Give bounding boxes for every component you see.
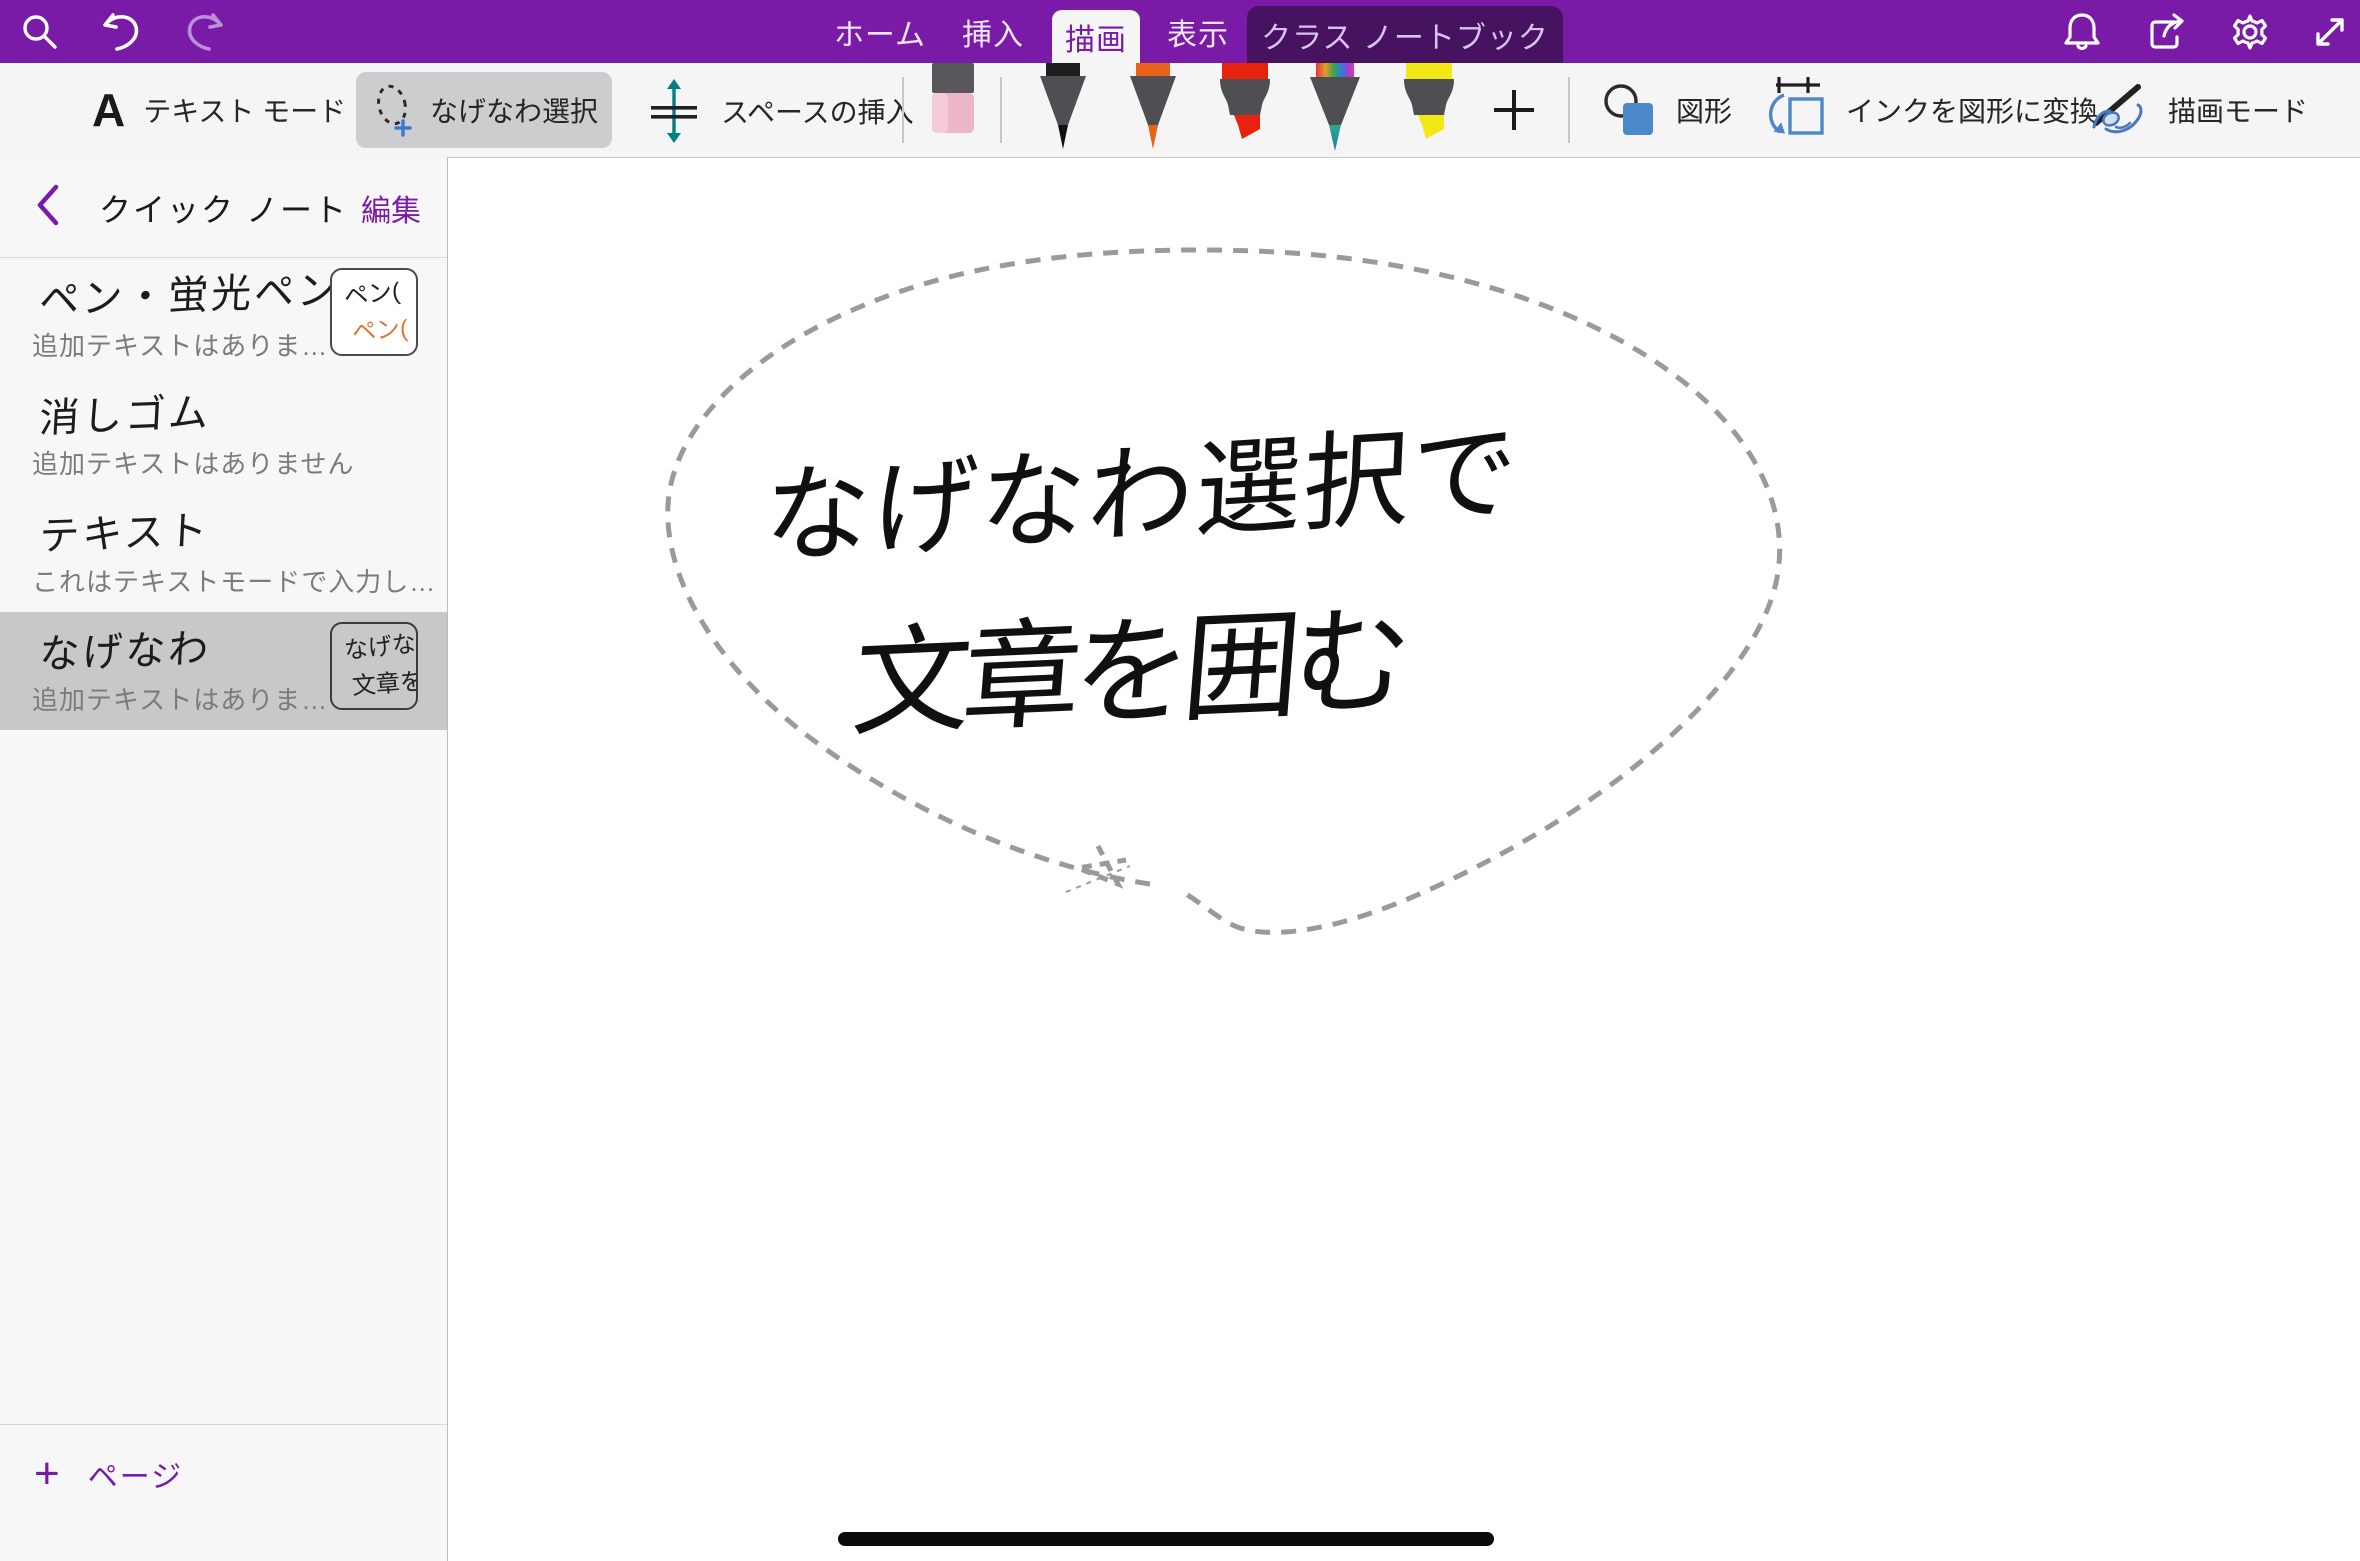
page-thumbnail: なげなわ 文章を: [330, 622, 418, 710]
ribbon-divider-2: [1000, 77, 1002, 143]
tab-home-label: ホーム: [834, 10, 926, 54]
text-mode-icon: A: [92, 87, 125, 133]
page-list-item-eraser[interactable]: 消しゴム 追加テキストはありません: [0, 376, 447, 494]
lasso-knot-tail: [1066, 866, 1130, 892]
tab-home[interactable]: ホーム: [830, 0, 930, 63]
lasso-knot: [1078, 846, 1126, 884]
top-app-bar: ホーム 挿入 描画 表示 クラス ノートブック: [0, 0, 2360, 63]
plus-icon: +: [34, 1452, 60, 1496]
page-subtitle: これはテキストモードで入力し…: [32, 562, 436, 599]
notifications-button[interactable]: [2058, 8, 2106, 56]
tab-insert-label: 挿入: [962, 10, 1024, 54]
tab-class-notebook-label: クラス ノートブック: [1261, 13, 1549, 57]
thumbnail-ink-line: ペン(: [351, 313, 417, 349]
ribbon-divider-3: [1568, 77, 1570, 143]
tab-insert[interactable]: 挿入: [950, 0, 1036, 63]
black-pen[interactable]: [1030, 63, 1096, 153]
fullscreen-button[interactable]: [2306, 8, 2354, 56]
thumbnail-ink-line: 文章を: [351, 667, 417, 703]
lasso-select-label: なげなわ選択: [430, 90, 598, 130]
page-list-item-text[interactable]: テキスト これはテキストモードで入力し…: [0, 494, 447, 612]
insert-space-icon: [645, 77, 703, 145]
add-pen-button[interactable]: [1489, 85, 1539, 135]
ink-to-shape-icon: [1762, 75, 1828, 145]
insert-space-button[interactable]: スペースの挿入: [645, 77, 914, 145]
page-list-sidebar: クイック ノート 編集 ペン・蛍光ペン 追加テキストはありま… ペン( ペン( …: [0, 157, 448, 1561]
thumbnail-ink-line: ペン(: [343, 274, 418, 313]
text-mode-button[interactable]: A テキスト モード: [92, 87, 346, 133]
undo-icon: [99, 9, 145, 55]
page-list-item-lasso-selected[interactable]: なげなわ 追加テキストはありま… なげなわ 文章を: [0, 612, 447, 730]
sidebar-header: クイック ノート 編集: [0, 157, 447, 258]
handwritten-ink-line-1: なげなわ選択で: [761, 385, 1522, 586]
insert-space-label: スペースの挿入: [721, 91, 914, 131]
page-thumbnail: ペン( ペン(: [330, 268, 418, 356]
ribbon-divider-1: [902, 77, 904, 143]
search-button[interactable]: [16, 8, 64, 56]
page-title-ink: ペン・蛍光ペン: [38, 257, 342, 326]
home-indicator[interactable]: [838, 1532, 1494, 1546]
settings-button[interactable]: [2226, 8, 2274, 56]
shapes-label: 図形: [1676, 90, 1732, 130]
plus-icon: [1491, 87, 1537, 133]
tab-class-notebook[interactable]: クラス ノートブック: [1247, 6, 1563, 63]
ink-to-shape-button[interactable]: インクを図形に変換: [1762, 75, 2098, 145]
bell-icon: [2060, 10, 2104, 54]
eraser-icon: [922, 63, 984, 139]
handwritten-ink-line-2: 文章を囲む: [848, 564, 1411, 760]
tab-view-label: 表示: [1167, 10, 1229, 54]
red-highlighter[interactable]: [1210, 63, 1280, 153]
redo-icon: [181, 9, 227, 55]
gear-icon: [2228, 10, 2272, 54]
page-title-ink: 消しゴム: [38, 380, 213, 444]
shapes-icon: [1600, 79, 1658, 141]
lasso-select-button[interactable]: なげなわ選択: [356, 72, 612, 148]
share-button[interactable]: [2142, 8, 2190, 56]
search-icon: [19, 11, 61, 53]
tab-view[interactable]: 表示: [1155, 0, 1241, 63]
draw-ribbon: A テキスト モード なげなわ選択 スペースの挿入: [0, 63, 2360, 158]
add-page-button[interactable]: + ページ: [34, 1452, 183, 1496]
eraser-tool[interactable]: [922, 63, 984, 144]
tab-draw-selected[interactable]: 描画: [1052, 10, 1140, 63]
draw-mode-icon: [2086, 79, 2150, 141]
page-list: ペン・蛍光ペン 追加テキストはありま… ペン( ペン( 消しゴム 追加テキストは…: [0, 258, 447, 730]
page-list-item-pen-highlighter[interactable]: ペン・蛍光ペン 追加テキストはありま… ペン( ペン(: [0, 258, 447, 376]
text-mode-label: テキスト モード: [143, 90, 346, 130]
sidebar-footer-divider: [0, 1424, 447, 1425]
add-page-label: ページ: [88, 1452, 183, 1496]
note-canvas[interactable]: なげなわ選択で 文章を囲む: [449, 158, 2360, 1561]
redo-button[interactable]: [180, 8, 228, 56]
page-subtitle: 追加テキストはありません: [32, 444, 354, 481]
tab-draw-label: 描画: [1065, 15, 1127, 59]
page-subtitle: 追加テキストはありま…: [32, 326, 328, 363]
draw-mode-label: 描画モード: [2168, 90, 2308, 130]
page-title-ink: なげなわ: [38, 616, 213, 680]
draw-mode-button[interactable]: 描画モード: [2086, 79, 2308, 141]
share-icon: [2144, 10, 2188, 54]
thumbnail-ink-line: なげなわ: [343, 628, 418, 667]
orange-pen[interactable]: [1120, 63, 1186, 153]
edit-button[interactable]: 編集: [361, 157, 421, 258]
page-subtitle: 追加テキストはありま…: [32, 680, 328, 717]
page-title-ink: テキスト: [38, 498, 212, 562]
shapes-button[interactable]: 図形: [1600, 79, 1732, 141]
rainbow-pen[interactable]: [1302, 63, 1368, 153]
lasso-select-icon: [370, 81, 418, 139]
expand-icon: [2308, 10, 2352, 54]
ink-to-shape-label: インクを図形に変換: [1846, 90, 2098, 130]
lasso-selection-outline: [449, 158, 2360, 1561]
undo-button[interactable]: [98, 8, 146, 56]
yellow-highlighter[interactable]: [1394, 63, 1464, 153]
